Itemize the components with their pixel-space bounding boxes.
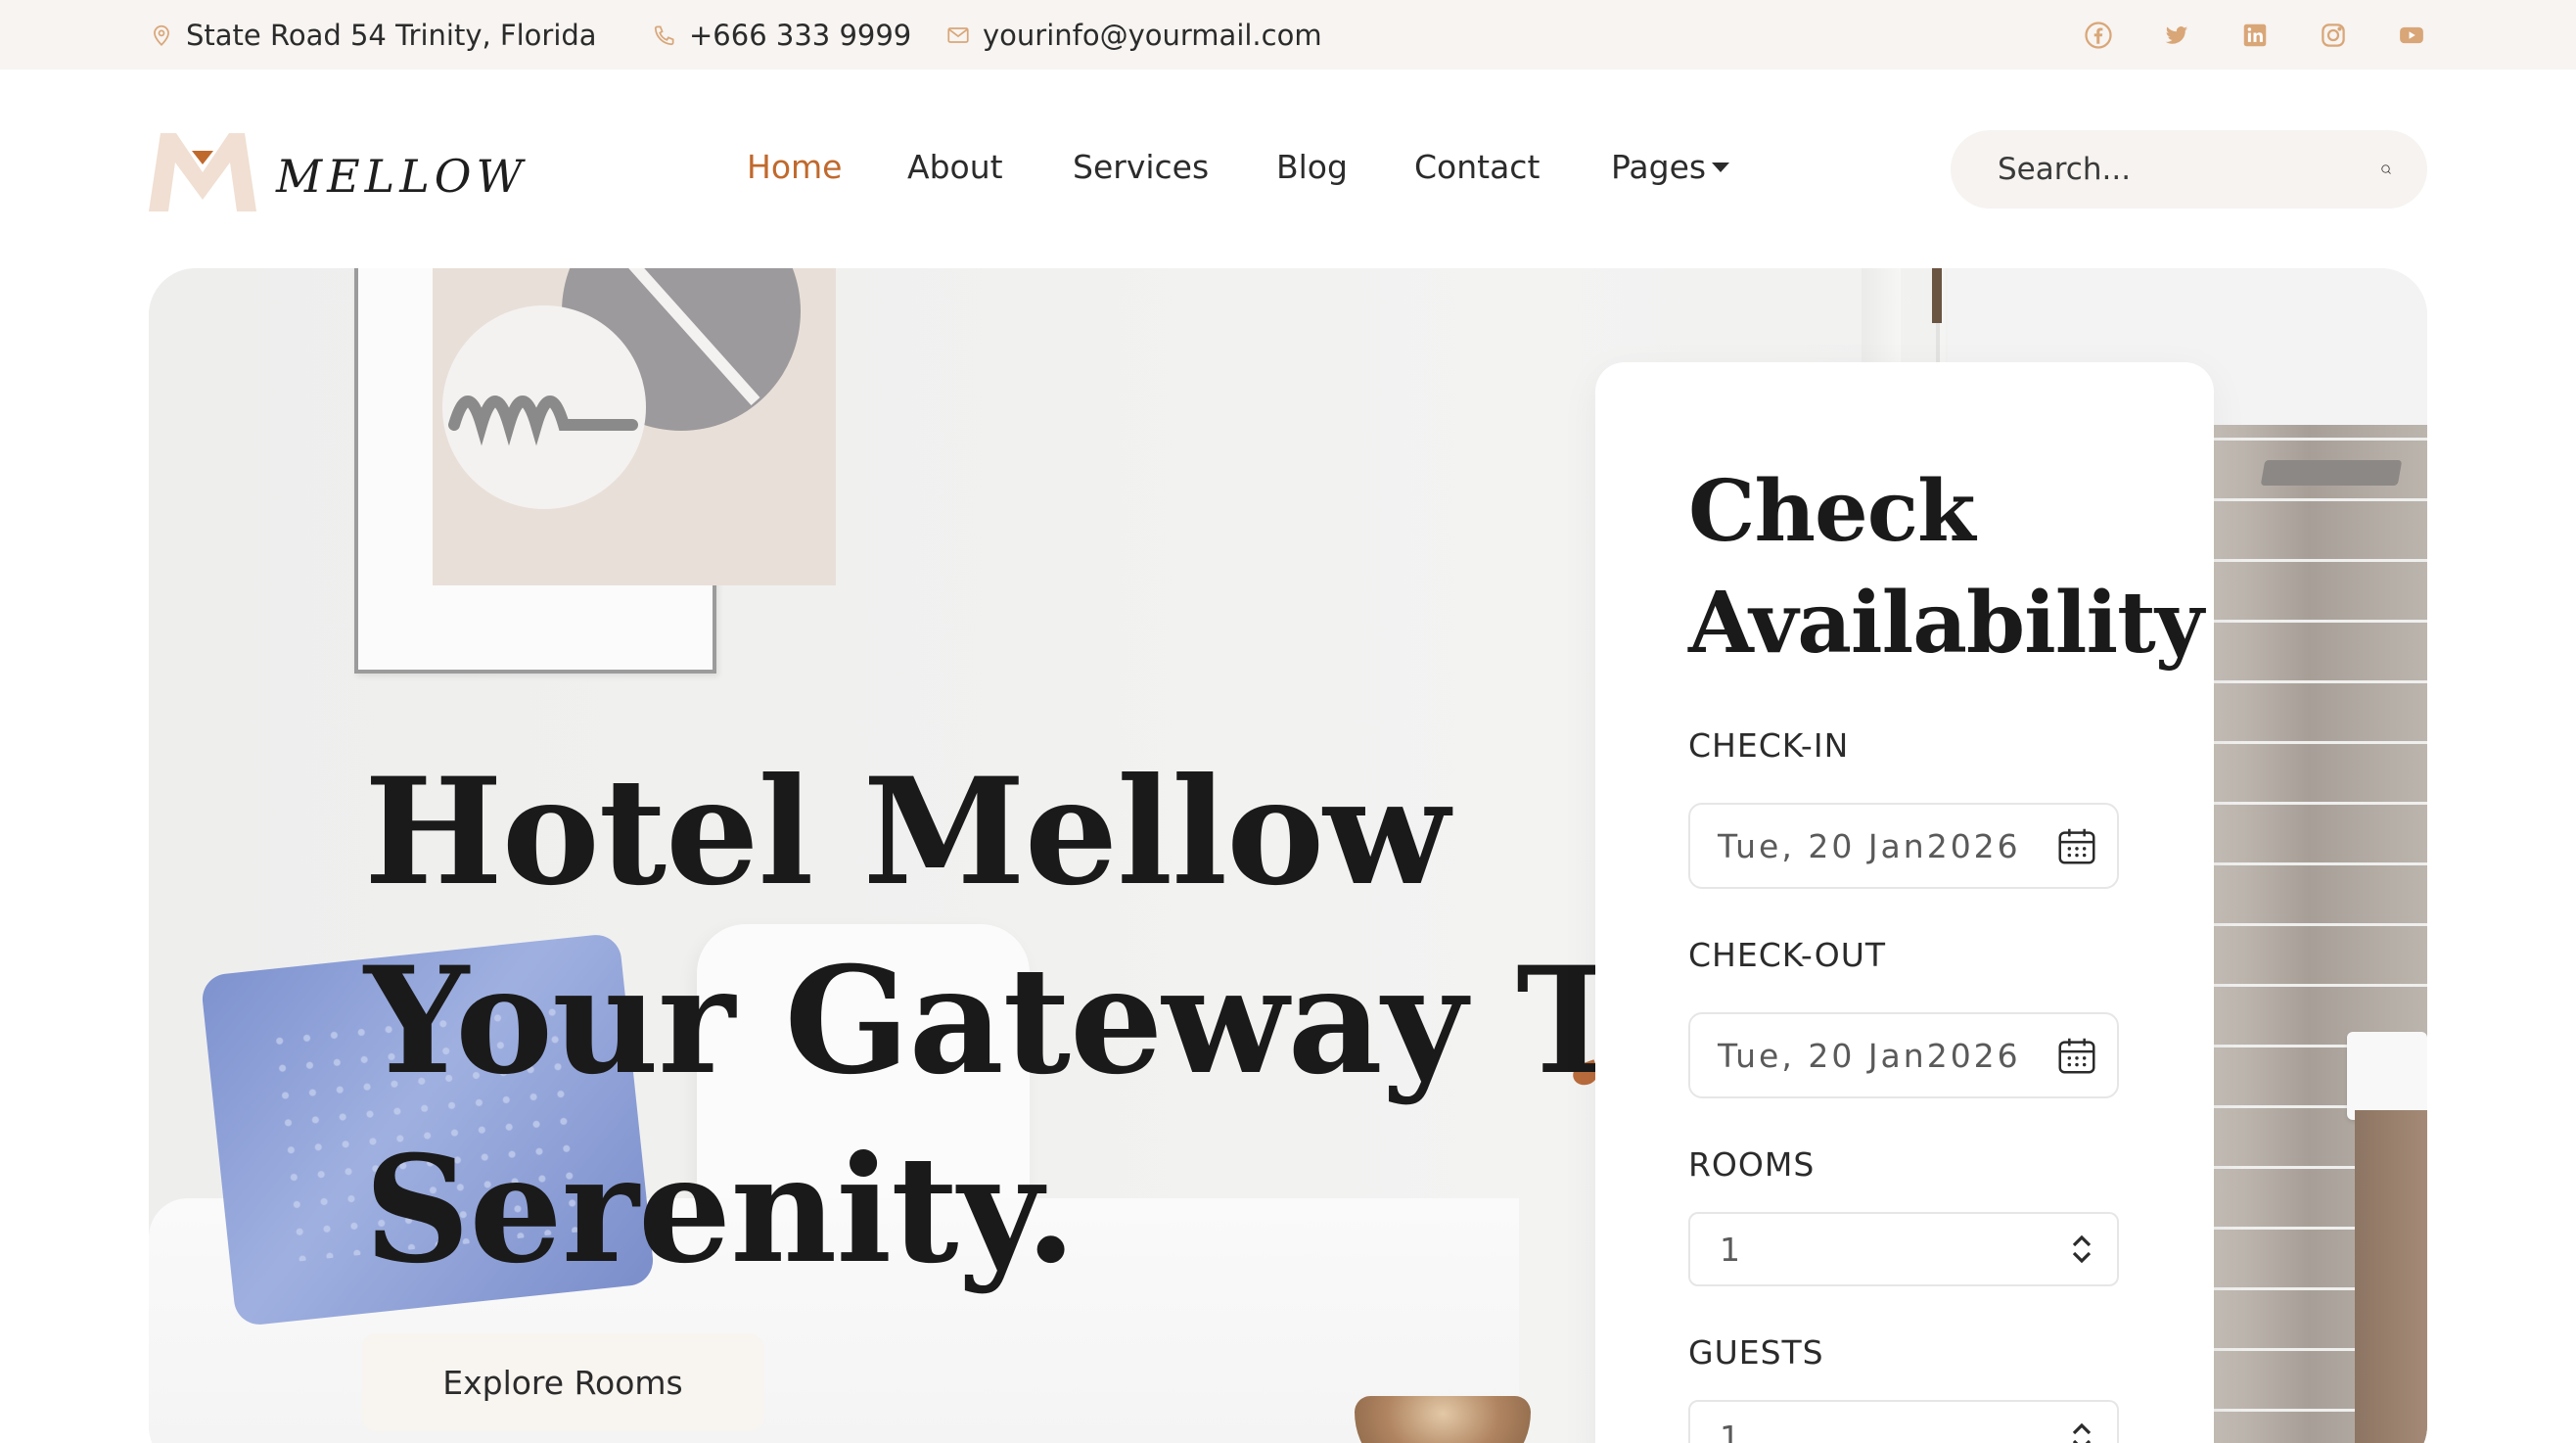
- search-box: [1951, 130, 2427, 209]
- card-title-line: Availability: [1688, 574, 2204, 673]
- spinner-arrows-icon[interactable]: [2070, 1420, 2093, 1443]
- search-input[interactable]: [1998, 152, 2380, 187]
- checkin-date-field[interactable]: Tue, 20 Jan2026: [1688, 803, 2119, 889]
- nav-blog[interactable]: Blog: [1276, 143, 1348, 192]
- youtube-icon[interactable]: [2397, 21, 2426, 50]
- guests-label: GUESTS: [1688, 1333, 1824, 1372]
- nav-home[interactable]: Home: [747, 143, 842, 192]
- brand-logo[interactable]: MELLOW: [147, 129, 528, 211]
- email-text: yourinfo@yourmail.com: [983, 18, 1322, 52]
- brand-name: MELLOW: [276, 150, 528, 203]
- rooms-label: ROOMS: [1688, 1145, 1816, 1184]
- nav-pages-label: Pages: [1611, 148, 1707, 186]
- nav-about[interactable]: About: [907, 143, 1003, 192]
- twitter-icon[interactable]: [2162, 21, 2191, 50]
- checkin-date-value: Tue, 20 Jan2026: [1718, 826, 2021, 865]
- phone-text: +666 333 9999: [689, 18, 912, 52]
- checkout-date-field[interactable]: Tue, 20 Jan2026: [1688, 1012, 2119, 1098]
- top-info-bar: State Road 54 Trinity, Florida +666 333 …: [0, 0, 2576, 70]
- search-icon[interactable]: [2380, 150, 2392, 189]
- nav-pages-dropdown[interactable]: Pages: [1611, 143, 1730, 192]
- rooms-value: 1: [1720, 1230, 1740, 1269]
- instagram-icon[interactable]: [2319, 21, 2348, 50]
- address-info: State Road 54 Trinity, Florida: [149, 0, 597, 70]
- address-text: State Road 54 Trinity, Florida: [186, 18, 597, 52]
- card-title-line: Check: [1688, 462, 1976, 561]
- guests-stepper[interactable]: 1: [1688, 1400, 2119, 1443]
- checkout-label: CHECK-OUT: [1688, 936, 1887, 974]
- calendar-icon[interactable]: [2054, 823, 2099, 868]
- email-info[interactable]: yourinfo@yourmail.com: [945, 0, 1322, 70]
- nav-contact[interactable]: Contact: [1414, 143, 1540, 192]
- hero-heading-line: Your Gateway To: [364, 935, 1706, 1107]
- facebook-icon[interactable]: [2084, 21, 2113, 50]
- spinner-arrows-icon[interactable]: [2070, 1232, 2093, 1267]
- checkout-date-value: Tue, 20 Jan2026: [1718, 1036, 2021, 1075]
- nav-services[interactable]: Services: [1073, 143, 1209, 192]
- hero-heading-line: Hotel Mellow: [364, 746, 1449, 918]
- location-pin-icon: [154, 24, 169, 46]
- mellow-logo-icon: [149, 133, 256, 211]
- caret-down-icon: [1712, 162, 1730, 172]
- linkedin-icon[interactable]: [2240, 21, 2270, 50]
- phone-info[interactable]: +666 333 9999: [652, 0, 911, 70]
- explore-rooms-button[interactable]: Explore Rooms: [362, 1333, 763, 1431]
- phone-icon: [654, 24, 674, 45]
- guests-value: 1: [1720, 1418, 1740, 1443]
- rooms-stepper[interactable]: 1: [1688, 1212, 2119, 1286]
- mail-icon: [947, 26, 969, 43]
- card-title: Check Availability: [1688, 456, 2204, 679]
- hero-heading-line: Serenity.: [364, 1124, 1077, 1296]
- check-availability-card: Check Availability CHECK-IN Tue, 20 Jan2…: [1595, 362, 2214, 1443]
- calendar-icon[interactable]: [2054, 1033, 2099, 1078]
- checkin-label: CHECK-IN: [1688, 726, 1850, 765]
- hero-heading: Hotel Mellow Your Gateway To Serenity.: [364, 738, 1706, 1305]
- wall-art-frame: [354, 268, 836, 674]
